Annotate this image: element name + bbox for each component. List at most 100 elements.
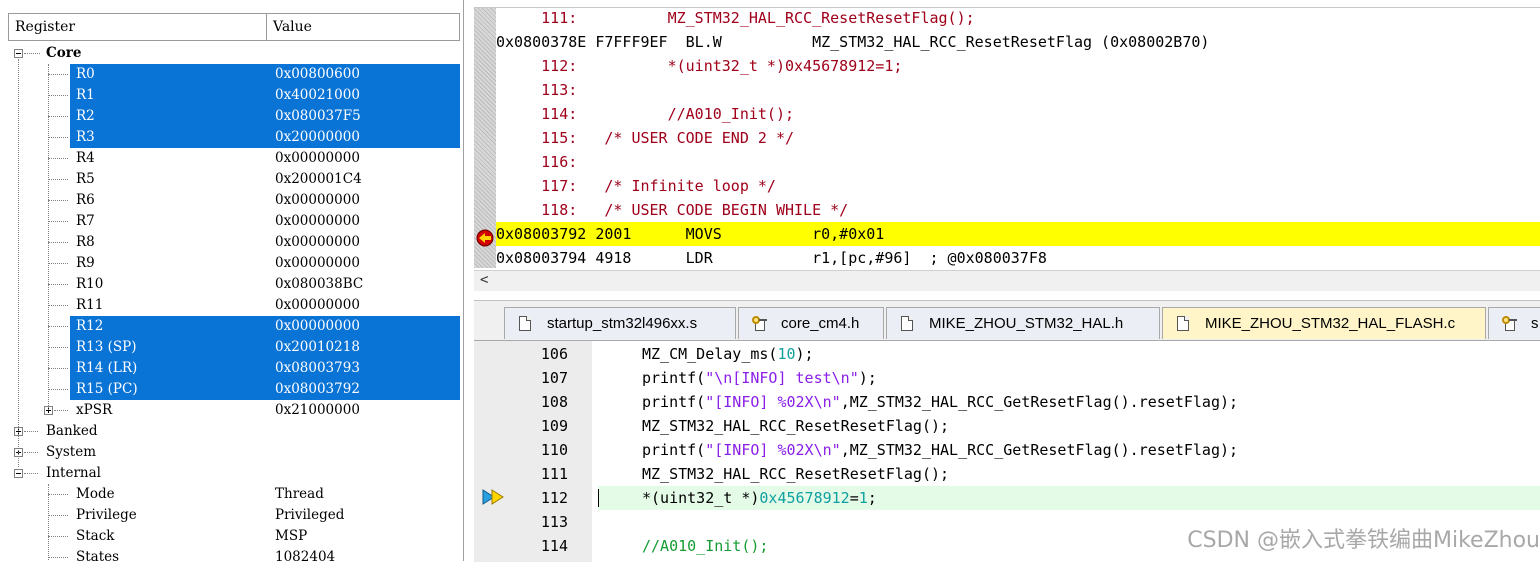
disassembly-source-line[interactable]: 116: (496, 150, 1540, 174)
register-row[interactable]: R9 0x00000000 (8, 253, 460, 274)
disassembly-source-line[interactable]: 112: *(uint32_t *)0x45678912=1; (496, 54, 1540, 78)
internal-value: 1082404 (275, 549, 336, 561)
register-row[interactable]: R0 0x00800600 (70, 64, 460, 85)
tab-s[interactable]: s (1488, 307, 1540, 339)
register-row[interactable]: R7 0x00000000 (8, 211, 460, 232)
tree-group-banked[interactable]: Banked (8, 421, 460, 442)
file-icon (901, 316, 913, 331)
tree-group-internal[interactable]: Internal (8, 463, 460, 484)
tab-label: MIKE_ZHOU_STM32_HAL_FLASH.c (1205, 315, 1456, 332)
tab-label: core_cm4.h (781, 315, 860, 332)
disassembly-text: 118: /* USER CODE BEGIN WHILE */ (496, 201, 849, 219)
tree-connector (48, 179, 68, 180)
disassembly-source-line[interactable]: 115: /* USER CODE END 2 */ (496, 126, 1540, 150)
register-value: 0x00000000 (275, 318, 360, 334)
disassembly-source-line[interactable]: 117: /* Infinite loop */ (496, 174, 1540, 198)
register-row[interactable]: R15 (PC) 0x08003792 (70, 379, 460, 400)
tab-core-cm4-h[interactable]: core_cm4.h (738, 307, 884, 339)
register-name: R4 (76, 150, 95, 166)
register-row[interactable]: R8 0x00000000 (8, 232, 460, 253)
file-icon (519, 316, 531, 331)
register-name: R5 (76, 171, 95, 187)
internal-name: Stack (76, 528, 115, 544)
register-row[interactable]: R4 0x00000000 (8, 148, 460, 169)
column-header-register[interactable]: Register (9, 14, 267, 40)
register-name: R11 (76, 297, 104, 313)
disassembly-text: 117: /* Infinite loop */ (496, 177, 776, 195)
register-row[interactable]: R11 0x00000000 (8, 295, 460, 316)
scroll-left-icon[interactable]: < (480, 272, 488, 288)
breakpoint-current-icon[interactable] (475, 228, 495, 248)
register-value: 0x21000000 (275, 402, 360, 418)
register-row[interactable]: R2 0x080037F5 (70, 106, 460, 127)
current-line-arrow-icon (482, 489, 504, 505)
register-row[interactable]: R3 0x20000000 (70, 127, 460, 148)
editor-line[interactable]: 111 MZ_STM32_HAL_RCC_ResetResetFlag(); (474, 462, 1540, 486)
register-value: 0x00000000 (275, 150, 360, 166)
file-icon (1177, 316, 1189, 331)
register-name: xPSR (76, 402, 113, 418)
register-row[interactable]: R1 0x40021000 (70, 85, 460, 106)
internal-row[interactable]: Privilege Privileged (8, 505, 460, 526)
group-label: Banked (46, 423, 98, 439)
editor-line[interactable]: 109 MZ_STM32_HAL_RCC_ResetResetFlag(); (474, 414, 1540, 438)
disassembly-source-line[interactable]: 118: /* USER CODE BEGIN WHILE */ (496, 198, 1540, 222)
tree-group-system[interactable]: System (8, 442, 460, 463)
tree-connector (24, 53, 40, 54)
code-text: *(uint32_t *)0x45678912=1; (642, 489, 877, 507)
text-caret (598, 489, 599, 507)
tree-connector (48, 305, 68, 306)
tree-group-core[interactable]: Core (8, 43, 460, 64)
line-number: 107 (540, 369, 568, 387)
editor-line[interactable]: 108 printf("[INFO] %02X\n",MZ_STM32_HAL_R… (474, 390, 1540, 414)
tree-connector (48, 389, 68, 390)
register-row[interactable]: R5 0x200001C4 (8, 169, 460, 190)
disassembly-text: 111: MZ_STM32_HAL_RCC_ResetResetFlag(); (496, 9, 975, 27)
collapse-minus-icon[interactable] (14, 49, 23, 58)
group-label: System (46, 444, 97, 460)
register-row[interactable]: R14 (LR) 0x08003793 (70, 358, 460, 379)
register-name: R7 (76, 213, 95, 229)
register-name: R8 (76, 234, 95, 250)
register-value: 0x080038BC (275, 276, 364, 292)
header-key-icon (1502, 316, 1517, 331)
disassembly-current-instruction[interactable]: 0x08003792 2001 MOVS r0,#0x01 (496, 222, 1540, 246)
register-row[interactable]: R12 0x00000000 (70, 316, 460, 337)
disassembly-instruction[interactable]: 0x0800378E F7FFF9EF BL.W MZ_STM32_HAL_RC… (496, 30, 1540, 54)
register-value: 0x20010218 (275, 339, 360, 355)
editor-line[interactable]: 110 printf("[INFO] %02X\n",MZ_STM32_HAL_R… (474, 438, 1540, 462)
disassembly-text: 0x08003792 2001 MOVS r0,#0x01 (496, 225, 885, 243)
register-row-xpsr[interactable]: xPSR 0x21000000 (8, 400, 460, 421)
disassembly-horizontal-scrollbar[interactable]: < (474, 270, 1540, 291)
disassembly-instruction[interactable]: 0x08003794 4918 LDR r1,[pc,#96] ; @0x080… (496, 246, 1540, 270)
disassembly-text: 113: (496, 81, 578, 99)
tab-mike-zhou-stm32-hal-h[interactable]: MIKE_ZHOU_STM32_HAL.h (886, 307, 1160, 339)
register-value: 0x00000000 (275, 255, 360, 271)
register-row[interactable]: R13 (SP) 0x20010218 (70, 337, 460, 358)
disassembly-source-line[interactable]: 114: //A010_Init(); (496, 102, 1540, 126)
editor-line[interactable]: 106 MZ_CM_Delay_ms(10); (474, 342, 1540, 366)
internal-name: States (76, 549, 120, 561)
column-header-value[interactable]: Value (267, 14, 459, 40)
collapse-minus-icon[interactable] (14, 469, 23, 478)
disassembly-source-line[interactable]: 113: (496, 78, 1540, 102)
line-number: 110 (540, 441, 568, 459)
register-row[interactable]: R10 0x080038BC (8, 274, 460, 295)
editor-current-line[interactable]: 112 *(uint32_t *)0x45678912=1; (474, 486, 1540, 510)
tab-startup-stm32l496xx-s[interactable]: startup_stm32l496xx.s (504, 307, 736, 339)
line-number: 114 (540, 537, 568, 555)
internal-value: Thread (275, 486, 324, 502)
tab-mike-zhou-stm32-hal-flash-c[interactable]: MIKE_ZHOU_STM32_HAL_FLASH.c (1162, 307, 1486, 339)
editor-line[interactable]: 107 printf("\n[INFO] test\n"); (474, 366, 1540, 390)
line-number: 112 (540, 489, 568, 507)
internal-row[interactable]: Stack MSP (8, 526, 460, 547)
disassembly-source-line[interactable]: 111: MZ_STM32_HAL_RCC_ResetResetFlag(); (496, 8, 1540, 30)
internal-row[interactable]: Mode Thread (8, 484, 460, 505)
tree-connector (48, 200, 68, 201)
register-row[interactable]: R6 0x00000000 (8, 190, 460, 211)
internal-row[interactable]: States 1082404 (8, 547, 460, 561)
code-text: MZ_STM32_HAL_RCC_ResetResetFlag(); (642, 465, 950, 483)
tree-connector (48, 368, 68, 369)
tab-label: startup_stm32l496xx.s (547, 315, 698, 332)
tree-connector (48, 326, 68, 327)
